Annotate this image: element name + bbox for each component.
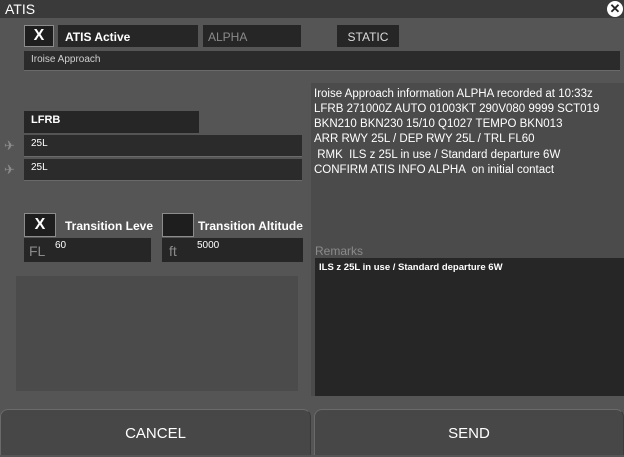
transition-altitude-value: 5000 <box>197 240 220 251</box>
remarks-input[interactable] <box>315 258 624 396</box>
remarks-label: Remarks <box>315 244 364 258</box>
send-button[interactable]: SEND <box>314 409 624 455</box>
atis-message-line: LFRB 271000Z AUTO 01003KT 290V080 9999 S… <box>314 103 600 115</box>
atis-message-line: CONFIRM ATIS INFO ALPHA on initial conta… <box>314 164 555 176</box>
remarks-value: ILS z 25L in use / Standard departure 6W <box>319 262 503 273</box>
station-name-value: Iroise Approach <box>31 54 101 65</box>
transition-altitude-checkbox[interactable] <box>162 213 194 237</box>
atis-letter-value: ALPHA <box>208 30 248 44</box>
arrival-runway-value: 25L <box>31 138 48 149</box>
transition-altitude-unit: ft <box>169 243 177 259</box>
transition-altitude-label: Transition Altitude <box>198 219 303 233</box>
transition-level-value: 60 <box>55 240 67 251</box>
airport-value: LFRB <box>31 114 61 126</box>
close-icon[interactable]: ✕ <box>607 1 623 17</box>
atis-message-line: BKN210 BKN230 15/10 Q1027 TEMPO BKN013 <box>314 118 563 130</box>
departure-runway-value: 25L <box>31 162 48 173</box>
atis-message-line: ARR RWY 25L / DEP RWY 25L / TRL FL60 <box>314 133 535 145</box>
plane-takeoff-icon: ✈ <box>4 162 15 177</box>
transition-level-label: Transition Leve <box>65 219 154 233</box>
station-name-input[interactable] <box>24 51 620 71</box>
arrival-runway-input[interactable] <box>24 135 302 157</box>
cancel-button[interactable]: CANCEL <box>0 409 311 455</box>
atis-active-label: ATIS Active <box>65 30 131 44</box>
transition-level-checkbox[interactable]: X <box>24 213 56 237</box>
departure-runway-input[interactable] <box>24 159 302 181</box>
atis-message-line: RMK ILS z 25L in use / Standard departur… <box>314 149 561 161</box>
static-mode-label: STATIC <box>347 30 389 44</box>
window-title: ATIS <box>5 1 36 17</box>
atis-message-line: Iroise Approach information ALPHA record… <box>314 88 593 100</box>
plane-landing-icon: ✈ <box>4 138 15 153</box>
transition-altitude-input[interactable] <box>162 238 303 262</box>
atis-active-checkbox[interactable]: X <box>24 25 54 47</box>
transition-level-unit: FL <box>29 243 46 259</box>
title-bar <box>0 0 624 18</box>
empty-panel <box>16 276 298 391</box>
